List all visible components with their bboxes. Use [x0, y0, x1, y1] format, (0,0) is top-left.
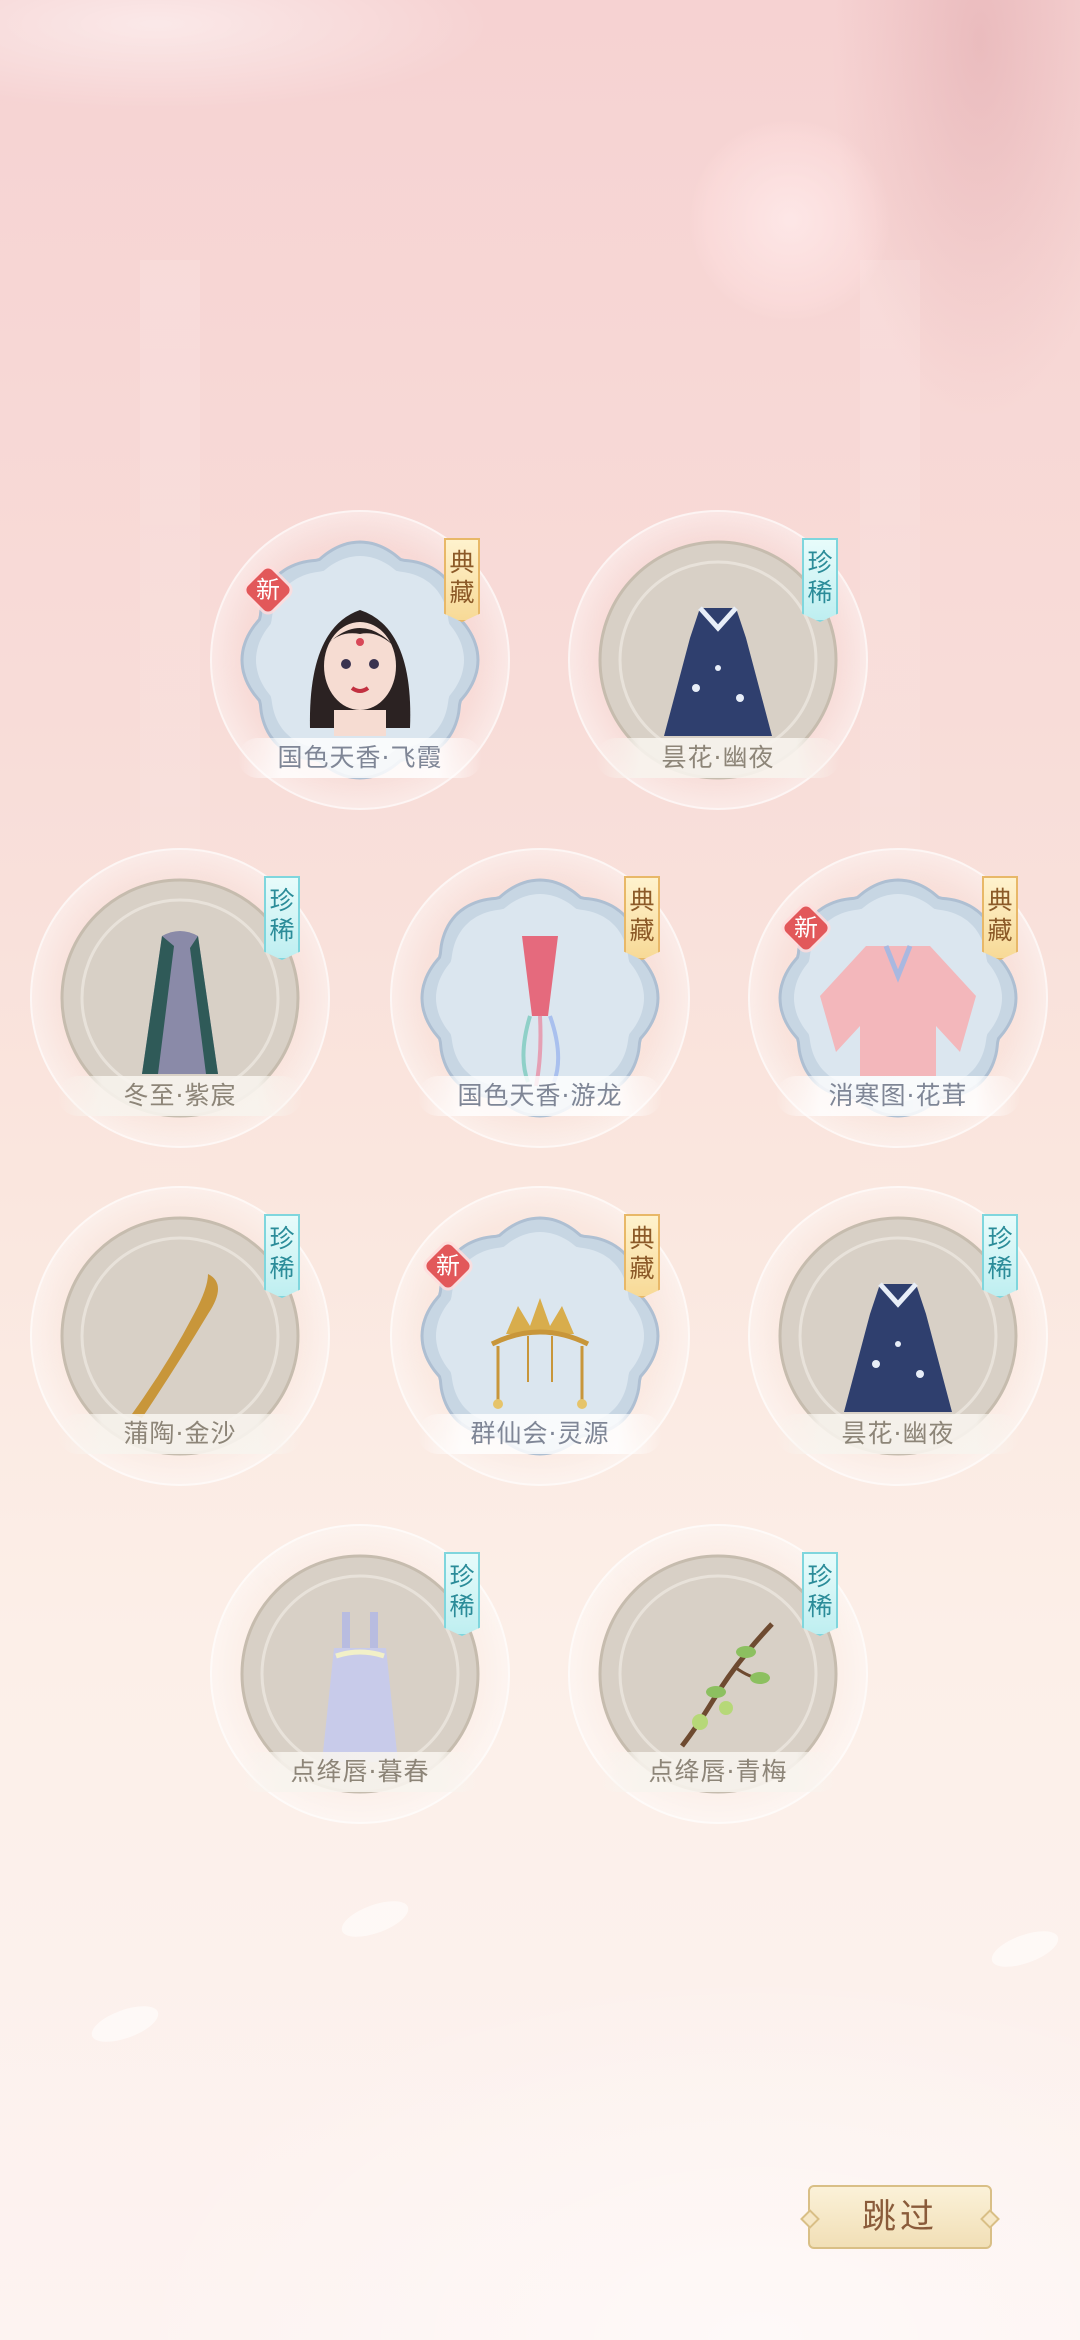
new-badge-label: 新	[794, 914, 818, 942]
rarity-tag: 典藏	[624, 876, 660, 960]
item-name: 蒲陶·金沙	[58, 1414, 302, 1454]
reward-item[interactable]: 珍稀 点绛唇·青梅	[568, 1524, 868, 1824]
rarity-tag: 珍稀	[444, 1552, 480, 1636]
reward-item[interactable]: 新 典藏 消寒图·花茸	[748, 848, 1048, 1148]
new-badge-label: 新	[256, 576, 280, 604]
reward-item[interactable]: 典藏 国色天香·游龙	[390, 848, 690, 1148]
floor-glow-decoration	[0, 1900, 1080, 2340]
new-badge: 新	[243, 565, 293, 615]
reward-item[interactable]: 珍稀 昙花·幽夜	[568, 510, 868, 810]
item-name: 消寒图·花茸	[776, 1076, 1020, 1116]
item-name: 昙花·幽夜	[776, 1414, 1020, 1454]
skip-button[interactable]: 跳过	[800, 2185, 1000, 2249]
rarity-tag: 典藏	[624, 1214, 660, 1298]
rarity-tag: 典藏	[444, 538, 480, 622]
rarity-tag: 珍稀	[802, 1552, 838, 1636]
item-name: 冬至·紫宸	[58, 1076, 302, 1116]
item-name: 点绛唇·暮春	[238, 1752, 482, 1792]
reward-item[interactable]: 珍稀 点绛唇·暮春	[210, 1524, 510, 1824]
petal-decoration	[337, 1893, 413, 1945]
item-name: 国色天香·游龙	[418, 1076, 662, 1116]
rarity-tag: 珍稀	[802, 538, 838, 622]
skip-button-label: 跳过	[862, 2197, 938, 2237]
item-name: 群仙会·灵源	[418, 1414, 662, 1454]
reward-item[interactable]: 珍稀 冬至·紫宸	[30, 848, 330, 1148]
item-name: 国色天香·飞霞	[238, 738, 482, 778]
rarity-tag: 珍稀	[264, 1214, 300, 1298]
item-name: 点绛唇·青梅	[596, 1752, 840, 1792]
new-badge-label: 新	[436, 1252, 460, 1280]
reward-item[interactable]: 新 典藏 群仙会·灵源	[390, 1186, 690, 1486]
rarity-tag: 珍稀	[982, 1214, 1018, 1298]
moon-decoration	[690, 120, 890, 320]
new-badge: 新	[781, 903, 831, 953]
wisteria-decoration	[830, 0, 1080, 420]
new-badge: 新	[423, 1241, 473, 1291]
reward-item[interactable]: 新 典藏 国色天香·飞霞	[210, 510, 510, 810]
corner-ornament	[980, 2209, 1000, 2229]
corner-ornament	[800, 2209, 820, 2229]
item-name: 昙花·幽夜	[596, 738, 840, 778]
petal-decoration	[987, 1923, 1063, 1975]
reward-item[interactable]: 珍稀 蒲陶·金沙	[30, 1186, 330, 1486]
rarity-tag: 珍稀	[264, 876, 300, 960]
petal-decoration	[87, 1998, 163, 2050]
cloud-decoration	[0, 0, 520, 120]
rarity-tag: 典藏	[982, 876, 1018, 960]
reward-item[interactable]: 珍稀 昙花·幽夜	[748, 1186, 1048, 1486]
